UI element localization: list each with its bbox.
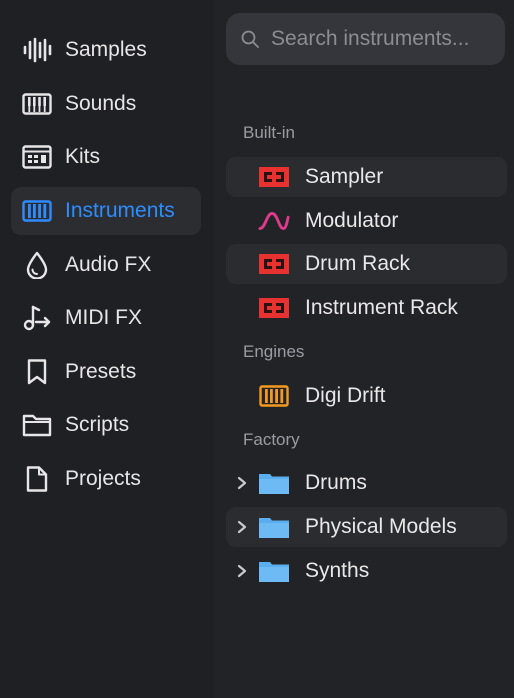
droplet-icon [22,250,52,280]
sine-wave-icon [258,208,290,234]
document-icon [22,464,52,494]
search-box[interactable] [226,13,505,65]
sidebar-item-label: Samples [65,38,147,61]
sidebar-item-label: Scripts [65,413,130,436]
chevron-right-icon[interactable] [235,519,249,535]
chevron-right-icon[interactable] [235,563,249,579]
sidebar-item-projects[interactable]: Projects [11,455,201,503]
list-item-label: Digi Drift [305,384,386,407]
section-header-builtin: Built-in [243,123,295,142]
note-arrow-icon [22,303,52,333]
sidebar-item-audio-fx[interactable]: Audio FX [11,241,201,289]
sidebar-item-label: Sounds [65,92,137,115]
list-item-label: Synths [305,559,370,582]
drum-pad-icon [22,142,52,172]
list-item-label: Sampler [305,165,384,188]
list-item-label: Modulator [305,209,399,232]
list-item-label: Instrument Rack [305,296,458,319]
sidebar-item-sounds[interactable]: Sounds [11,80,201,128]
folder-icon [22,410,52,440]
list-item-digi-drift[interactable]: Digi Drift [226,376,507,416]
sidebar-item-label: Projects [65,467,141,490]
piano-keys-icon [258,383,290,409]
list-item-label: Drum Rack [305,252,411,275]
section-header-factory: Factory [243,430,300,449]
sidebar-item-label: MIDI FX [65,306,142,329]
folder-icon [258,558,290,584]
waveform-icon [22,35,52,65]
instrument-browser: Built-in Sampler Modulator Drum Rac [214,0,514,698]
folder-item-synths[interactable]: Synths [226,551,507,591]
folder-item-physical-models[interactable]: Physical Models [226,507,507,547]
sidebar-item-label: Kits [65,145,101,168]
list-item-modulator[interactable]: Modulator [226,201,507,241]
sidebar-item-midi-fx[interactable]: MIDI FX [11,294,201,342]
bookmark-icon [22,357,52,387]
section-header-engines: Engines [243,342,305,361]
sidebar-item-kits[interactable]: Kits [11,133,201,181]
sidebar-item-label: Instruments [65,199,175,222]
sidebar-item-samples[interactable]: Samples [11,26,201,74]
list-item-instrument-rack[interactable]: Instrument Rack [226,288,507,328]
keyboard-icon [22,89,52,119]
search-input[interactable] [269,26,505,52]
rack-icon [258,164,290,190]
list-item-label: Drums [305,471,367,494]
folder-icon [258,470,290,496]
rack-icon [258,251,290,277]
piano-keys-icon [22,196,52,226]
chevron-right-icon[interactable] [235,475,249,491]
folder-item-drums[interactable]: Drums [226,463,507,503]
sidebar-item-label: Audio FX [65,253,152,276]
rack-icon [258,295,290,321]
list-item-label: Physical Models [305,515,457,538]
list-item-sampler[interactable]: Sampler [226,157,507,197]
sidebar-item-instruments[interactable]: Instruments [11,187,201,235]
search-icon [240,28,262,50]
folder-icon [258,514,290,540]
sidebar-item-presets[interactable]: Presets [11,348,201,396]
sidebar-item-label: Presets [65,360,137,383]
sidebar: Samples Sounds Kits Instruments Audio FX… [0,0,214,698]
sidebar-item-scripts[interactable]: Scripts [11,401,201,449]
list-item-drum-rack[interactable]: Drum Rack [226,244,507,284]
